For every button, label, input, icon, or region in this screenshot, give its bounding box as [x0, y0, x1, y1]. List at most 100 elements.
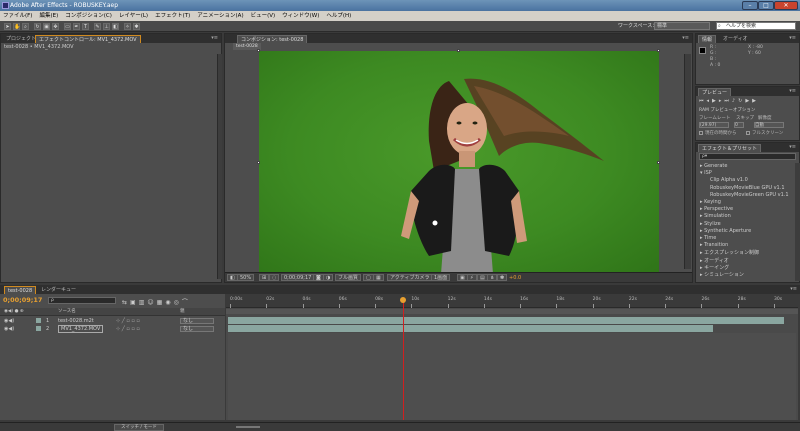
brainstorm-icon[interactable]: ◎ — [174, 299, 182, 306]
effects-list-item[interactable]: ▸ オーディオ — [700, 257, 729, 264]
puppet-tool-icon[interactable]: ✱ — [133, 23, 140, 30]
parent-select[interactable]: なし — [180, 326, 214, 332]
tab-info[interactable]: 情報 — [698, 35, 717, 43]
brush-tool-icon[interactable]: ✎ — [94, 23, 101, 30]
exposure-icon[interactable]: ✽ — [497, 274, 508, 281]
effects-list-item[interactable]: ▸ Keying — [700, 199, 721, 205]
last-frame-icon[interactable]: ⏭ — [724, 98, 732, 104]
playhead-handle[interactable] — [399, 297, 406, 303]
playhead[interactable] — [402, 302, 404, 420]
help-search-input[interactable]: ヘルプを検索 — [716, 22, 796, 30]
panel-menu-icon[interactable]: ▾≡ — [790, 286, 797, 292]
layer-label-color[interactable] — [36, 318, 41, 323]
viewer-timecode[interactable]: 0;00;09;17 — [281, 274, 315, 281]
effects-list-item[interactable]: RobuskeyMovieBlue GPU v1.1 — [710, 185, 785, 191]
fast-preview-icon[interactable]: ⚡ — [467, 274, 477, 281]
timeline-timecode[interactable]: 0;00;09;17 — [3, 296, 42, 304]
menu-window[interactable]: ウィンドウ(W) — [282, 11, 319, 21]
zoom-tool-icon[interactable]: ⌕ — [22, 23, 29, 30]
close-button[interactable]: ✕ — [774, 1, 798, 10]
parent-select[interactable]: なし — [180, 318, 214, 324]
ram-preview-options[interactable]: RAM プレビューオプション — [699, 107, 755, 113]
camera-select[interactable]: アクティブカメラ — [387, 274, 433, 281]
from-current-checkbox[interactable] — [699, 131, 703, 135]
parent-header[interactable]: 親 — [180, 308, 185, 316]
effects-list-item[interactable]: ▸ Time — [700, 235, 716, 241]
source-name-header[interactable]: ソース名 — [58, 308, 76, 316]
rotate-tool-icon[interactable]: ↻ — [34, 23, 41, 30]
zoom-slider[interactable] — [236, 426, 260, 428]
timeline-search-input[interactable]: ρ — [48, 297, 116, 304]
pen-tool-icon[interactable]: ✒ — [73, 23, 80, 30]
panel-menu-icon[interactable]: ▾≡ — [789, 88, 796, 94]
layer-visibility-icon[interactable]: ◉◀) — [4, 325, 14, 333]
tab-project[interactable]: プロジェクト — [3, 35, 39, 43]
tab-effects-presets[interactable]: エフェクト＆プリセット — [698, 144, 762, 152]
flowchart-icon[interactable]: ⋔ — [487, 274, 498, 281]
layer-row[interactable]: ◉◀) 2 MV1_4372.MOV ⊹ ╱ ▫ ▫ ▫ なし — [0, 325, 225, 333]
effects-list-item[interactable]: ▸ Generate — [700, 163, 727, 169]
layer-bar[interactable] — [228, 317, 784, 324]
layer-label-color[interactable] — [36, 326, 41, 331]
hide-shy-icon[interactable]: ☺ — [147, 299, 156, 306]
camera-tool-icon[interactable]: ▣ — [43, 23, 50, 30]
show-snapshot-icon[interactable]: ◑ — [323, 274, 334, 281]
resolution-select[interactable]: フル画質 — [335, 274, 362, 281]
views-select[interactable]: 1画面 — [431, 274, 451, 281]
layer-switches[interactable]: ⊹ ╱ ▫ ▫ ▫ — [116, 317, 140, 325]
time-ruler[interactable]: 0:00s 02s 04s 06s 08s 10s 12s 14s 16s 18s 20s 22s 24… — [226, 294, 798, 308]
effects-list-item[interactable]: ▸ Transition — [700, 242, 728, 248]
tab-composition[interactable]: コンポジション: test-0028 — [237, 35, 308, 43]
transform-handle[interactable] — [657, 49, 660, 52]
comp-frame[interactable] — [259, 51, 659, 274]
effects-search-input[interactable]: ρ▾ — [699, 153, 796, 160]
graph-editor-icon[interactable]: ⌒ — [182, 299, 191, 306]
rectangle-tool-icon[interactable]: ▭ — [64, 23, 71, 30]
motion-blur-icon[interactable]: ◉ — [165, 299, 173, 306]
mask-icon[interactable]: ◌ — [269, 274, 280, 281]
layer-name[interactable]: test-0028.m2t — [58, 317, 94, 325]
panel-menu-icon[interactable]: ▾≡ — [211, 35, 218, 41]
exposure-value[interactable]: +0.0 — [509, 274, 521, 283]
effects-list-item[interactable]: RobuskeyMovieGreen GPU v1.1 — [710, 192, 789, 198]
eraser-tool-icon[interactable]: ◧ — [112, 23, 119, 30]
menu-composition[interactable]: コンポジション(C) — [65, 11, 112, 21]
panel-menu-icon[interactable]: ▾≡ — [789, 35, 796, 41]
effects-list-item[interactable]: ▾ ISP — [700, 170, 712, 176]
play-icon[interactable]: ▶ — [712, 98, 719, 104]
effects-list-item[interactable]: ▸ Stylize — [700, 221, 721, 227]
hand-tool-icon[interactable]: ✋ — [13, 23, 20, 30]
transform-handle[interactable] — [257, 161, 260, 164]
menu-file[interactable]: ファイル(F) — [3, 11, 32, 21]
maximize-button[interactable]: □ — [758, 1, 774, 10]
resolution-select[interactable]: 自動 — [754, 122, 784, 128]
layer-bar[interactable] — [228, 325, 713, 332]
fullscreen-checkbox[interactable] — [746, 131, 750, 135]
framerate-select[interactable]: (29.97) — [699, 122, 729, 128]
menu-help[interactable]: ヘルプ(H) — [326, 11, 351, 21]
scrollbar[interactable] — [795, 163, 800, 281]
live-update-icon[interactable]: ▣ — [130, 299, 139, 306]
effects-list-item[interactable]: ▸ エクスプレッション制御 — [700, 249, 759, 256]
transform-handle[interactable] — [457, 49, 460, 52]
layer-switches[interactable]: ⊹ ╱ ▫ ▫ ▫ — [116, 325, 140, 333]
tab-timeline-comp[interactable]: test-0028 — [4, 286, 37, 294]
effects-list-item[interactable]: Clip Alpha v1.0 — [710, 177, 748, 183]
minimize-button[interactable]: – — [742, 1, 758, 10]
menu-layer[interactable]: レイヤー(L) — [119, 11, 148, 21]
first-frame-icon[interactable]: ⏮ — [699, 98, 707, 104]
tab-preview[interactable]: プレビュー — [698, 88, 732, 96]
layer-name[interactable]: MV1_4372.MOV — [58, 325, 104, 333]
menu-view[interactable]: ビュー(V) — [251, 11, 276, 21]
workspace-select[interactable]: 標準 — [654, 22, 710, 30]
effects-list-item[interactable]: ▸ Simulation — [700, 213, 731, 219]
panel-menu-icon[interactable]: ▾≡ — [789, 144, 796, 150]
tab-render-queue[interactable]: レンダーキュー — [38, 286, 79, 294]
effects-list-item[interactable]: ▸ シミュレーション — [700, 271, 744, 278]
effects-list-item[interactable]: ▸ キーイング — [700, 264, 729, 271]
ram-preview-icon[interactable]: ▶▶ — [745, 98, 759, 104]
scrollbar[interactable] — [217, 54, 222, 279]
comp-mini-flowchart-icon[interactable]: ⇆ — [122, 299, 130, 306]
menu-edit[interactable]: 編集(E) — [39, 11, 58, 21]
tab-effect-controls[interactable]: エフェクトコントロール: MV1_4372.MOV — [35, 35, 141, 43]
